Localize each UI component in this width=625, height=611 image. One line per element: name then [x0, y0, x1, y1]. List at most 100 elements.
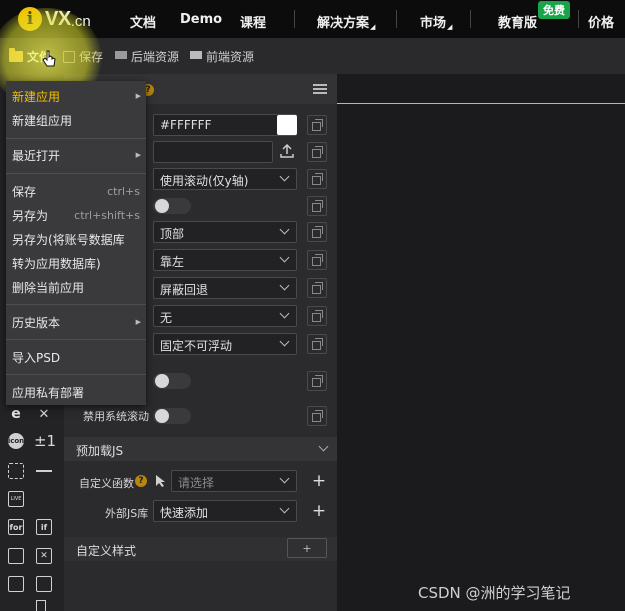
menu-item-delete-app[interactable]: 删除当前应用: [6, 276, 146, 298]
menu-item-save-as[interactable]: 另存为 ctrl+shift+s: [6, 204, 146, 226]
shuffle-icon[interactable]: ✕: [36, 548, 52, 564]
nav-courses[interactable]: 课程: [240, 12, 266, 31]
custom-function-placeholder: 请选择: [178, 476, 215, 490]
copy-icon[interactable]: [307, 306, 327, 326]
logo[interactable]: i VX .cn: [18, 7, 91, 31]
external-js-select[interactable]: 快速添加: [153, 500, 297, 522]
position-select[interactable]: 顶部: [153, 221, 297, 243]
menu-item-private-deploy[interactable]: 应用私有部署: [6, 381, 146, 403]
copy-icon[interactable]: [307, 169, 327, 189]
save-button[interactable]: 保存: [63, 48, 103, 65]
toggle-switch[interactable]: [153, 198, 191, 214]
color-field[interactable]: #FFFFFF: [153, 114, 297, 136]
file-dropdown-menu: 新建应用 ▶ 新建组应用 最近打开 ▶ 保存 ctrl+s 另存为 ctrl+shift…: [6, 81, 146, 405]
image-field[interactable]: [153, 141, 273, 163]
disable-scroll-toggle[interactable]: [153, 408, 191, 424]
menu-item-to-app-db[interactable]: 转为应用数据库): [6, 252, 146, 274]
nav-solutions[interactable]: 解决方案◢: [317, 12, 375, 31]
tools-icon[interactable]: ✕: [36, 406, 52, 422]
chevron-down-icon: [279, 171, 290, 182]
pointer-icon: [156, 475, 165, 487]
plus-minus-icon[interactable]: ±1: [34, 432, 56, 450]
save-label: 保存: [79, 50, 104, 64]
float-select[interactable]: 固定不可浮动: [153, 333, 297, 355]
external-js-label: 外部JS库: [105, 507, 149, 520]
add-js-lib-button[interactable]: +: [309, 501, 329, 521]
qrcode-icon[interactable]: [8, 463, 24, 479]
custom-function-select[interactable]: 请选择: [171, 470, 297, 492]
backend-resources-button[interactable]: 后端资源: [115, 48, 179, 65]
watermark: CSDN @洲的学习笔记: [418, 584, 571, 602]
layers-icon[interactable]: [36, 576, 52, 592]
divider-icon[interactable]: [36, 463, 52, 479]
top-nav: i VX .cn 文档 Demo 课程 解决方案◢ 市场◢ 教育版 免费 价格: [0, 0, 625, 38]
shortcut-label: ctrl+s: [107, 184, 140, 198]
live-icon[interactable]: LIVE: [8, 491, 24, 507]
preload-js-title: 预加载JS: [76, 444, 124, 458]
copy-icon[interactable]: [307, 250, 327, 270]
nav-education[interactable]: 教育版: [498, 12, 537, 31]
edit-icon[interactable]: [8, 548, 24, 564]
logo-suffix: .cn: [70, 12, 91, 30]
menu-item-save-as-account-db[interactable]: 另存为(将账号数据库: [6, 228, 146, 250]
if-condition-icon[interactable]: if: [36, 519, 52, 535]
menu-item-label: 新建应用: [12, 89, 61, 104]
nav-market[interactable]: 市场◢: [420, 12, 452, 31]
copy-icon[interactable]: [307, 196, 327, 216]
help-icon[interactable]: ?: [135, 475, 147, 487]
menu-item-label: 应用私有部署: [12, 385, 85, 400]
backend-resources-label: 后端资源: [131, 50, 180, 64]
effect-select[interactable]: 无: [153, 305, 297, 327]
align-select[interactable]: 靠左: [153, 249, 297, 271]
menu-item-label: 最近打开: [12, 148, 61, 163]
upload-icon[interactable]: [280, 144, 294, 158]
design-canvas[interactable]: [337, 74, 625, 611]
copy-icon[interactable]: [307, 278, 327, 298]
scroll-select-value: 使用滚动(仅y轴): [160, 174, 249, 188]
add-function-button[interactable]: +: [309, 471, 329, 491]
copy-icon[interactable]: [307, 222, 327, 242]
menu-item-label: 转为应用数据库): [12, 256, 101, 271]
nav-docs[interactable]: 文档: [130, 12, 156, 31]
copy-icon[interactable]: [307, 115, 327, 135]
menu-item-import-psd[interactable]: 导入PSD: [6, 346, 146, 368]
menu-item-label: 保存: [12, 184, 37, 199]
menu-item-history[interactable]: 历史版本 ▶: [6, 311, 146, 333]
menu-item-recent[interactable]: 最近打开 ▶: [6, 144, 146, 166]
hand-cursor-icon: [42, 50, 56, 67]
color-swatch[interactable]: [277, 115, 297, 135]
menu-item-save[interactable]: 保存 ctrl+s: [6, 180, 146, 202]
note-icon[interactable]: [8, 576, 24, 592]
chevron-down-icon: ◢: [447, 23, 453, 31]
ie-icon[interactable]: e: [8, 406, 24, 422]
copy-icon[interactable]: [307, 371, 327, 391]
grid-icon: [115, 50, 127, 63]
copy-icon[interactable]: [307, 334, 327, 354]
icon-component-icon[interactable]: icon: [8, 433, 24, 449]
external-js-value: 快速添加: [160, 506, 209, 520]
folder-icon: [9, 48, 23, 62]
nav-demo[interactable]: Demo: [180, 12, 222, 27]
nav-solutions-label: 解决方案: [317, 16, 370, 31]
back-select[interactable]: 屏蔽回退: [153, 277, 297, 299]
nav-divider: [294, 10, 295, 28]
chevron-right-icon: ▶: [135, 92, 141, 100]
phone-icon[interactable]: [36, 600, 46, 611]
menu-icon[interactable]: [313, 84, 327, 94]
for-loop-icon[interactable]: for: [8, 519, 24, 535]
menu-item-new-group-app[interactable]: 新建组应用: [6, 109, 146, 131]
preload-js-section[interactable]: 预加载JS: [64, 437, 337, 461]
menu-divider: [6, 339, 146, 340]
menu-item-new-app[interactable]: 新建应用 ▶: [6, 85, 146, 107]
menu-divider: [6, 173, 146, 174]
frontend-resources-button[interactable]: 前端资源: [190, 48, 254, 65]
nav-pricing[interactable]: 价格: [588, 12, 614, 31]
menu-divider: [6, 138, 146, 139]
toggle-switch[interactable]: [153, 373, 191, 389]
copy-icon[interactable]: [307, 406, 327, 426]
frontend-resources-label: 前端资源: [206, 50, 255, 64]
add-style-button[interactable]: +: [287, 538, 327, 558]
copy-icon[interactable]: [307, 142, 327, 162]
scroll-select[interactable]: 使用滚动(仅y轴): [153, 168, 297, 190]
divider-line: [36, 470, 52, 472]
